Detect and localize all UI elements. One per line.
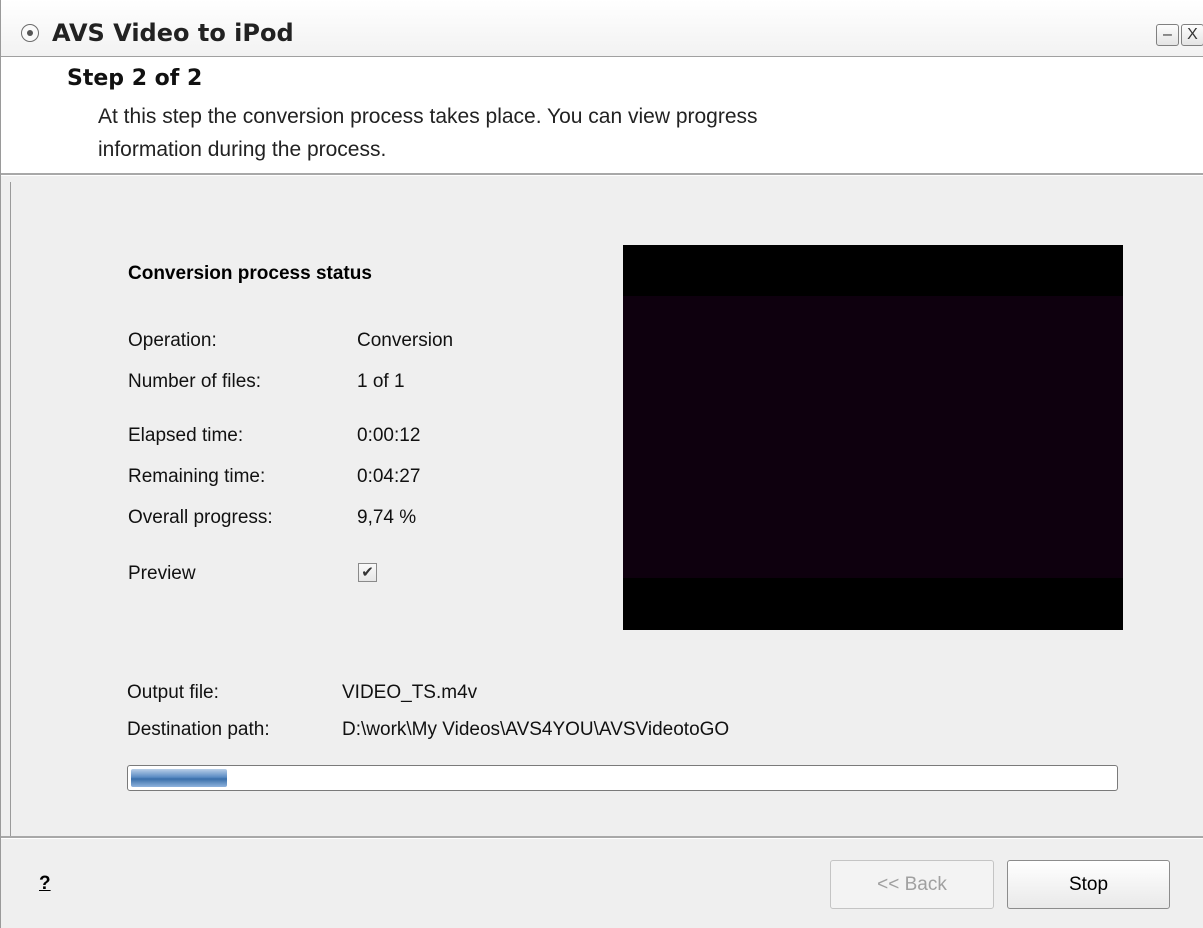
file-count-value: 1 of 1 xyxy=(357,371,405,392)
preview-checkbox[interactable]: ✔ xyxy=(358,563,377,582)
video-preview xyxy=(623,245,1123,630)
preview-label: Preview xyxy=(128,563,196,584)
title-bar: AVS Video to iPod – X xyxy=(1,0,1203,57)
back-button[interactable]: << Back xyxy=(830,860,994,909)
elapsed-time-label: Elapsed time: xyxy=(128,425,244,446)
operation-label: Operation: xyxy=(128,330,217,351)
minimize-button[interactable]: – xyxy=(1156,24,1179,46)
step-description: At this step the conversion process take… xyxy=(98,100,998,166)
video-frame xyxy=(623,296,1123,578)
step-title: Step 2 of 2 xyxy=(67,66,203,91)
remaining-time-value: 0:04:27 xyxy=(357,466,421,487)
overall-progress-label: Overall progress: xyxy=(128,507,273,528)
stop-button[interactable]: Stop xyxy=(1007,860,1170,909)
help-link[interactable]: ? xyxy=(39,873,51,895)
progress-bar xyxy=(127,765,1118,791)
output-file-value: VIDEO_TS.m4v xyxy=(342,682,478,703)
header-divider xyxy=(1,173,1203,176)
step-description-line1: At this step the conversion process take… xyxy=(98,105,758,128)
overall-progress-value: 9,74 % xyxy=(357,507,417,528)
remaining-time-label: Remaining time: xyxy=(128,466,266,487)
elapsed-time-value: 0:00:12 xyxy=(357,425,421,446)
operation-value: Conversion xyxy=(357,330,454,351)
file-count-label: Number of files: xyxy=(128,371,262,392)
progress-fill xyxy=(131,769,227,787)
checkmark-icon: ✔ xyxy=(361,564,374,581)
destination-path-label: Destination path: xyxy=(127,719,270,740)
window-title: AVS Video to iPod xyxy=(52,19,294,47)
close-button[interactable]: X xyxy=(1181,24,1203,46)
footer-divider xyxy=(1,836,1203,839)
system-menu-icon[interactable] xyxy=(21,24,39,42)
app-window: AVS Video to iPod – X Step 2 of 2 At thi… xyxy=(0,0,1203,928)
status-heading: Conversion process status xyxy=(128,263,372,284)
output-file-label: Output file: xyxy=(127,682,219,703)
step-description-line2: information during the process. xyxy=(98,138,387,161)
destination-path-value: D:\work\My Videos\AVS4YOU\AVSVideotoGO xyxy=(342,719,730,740)
